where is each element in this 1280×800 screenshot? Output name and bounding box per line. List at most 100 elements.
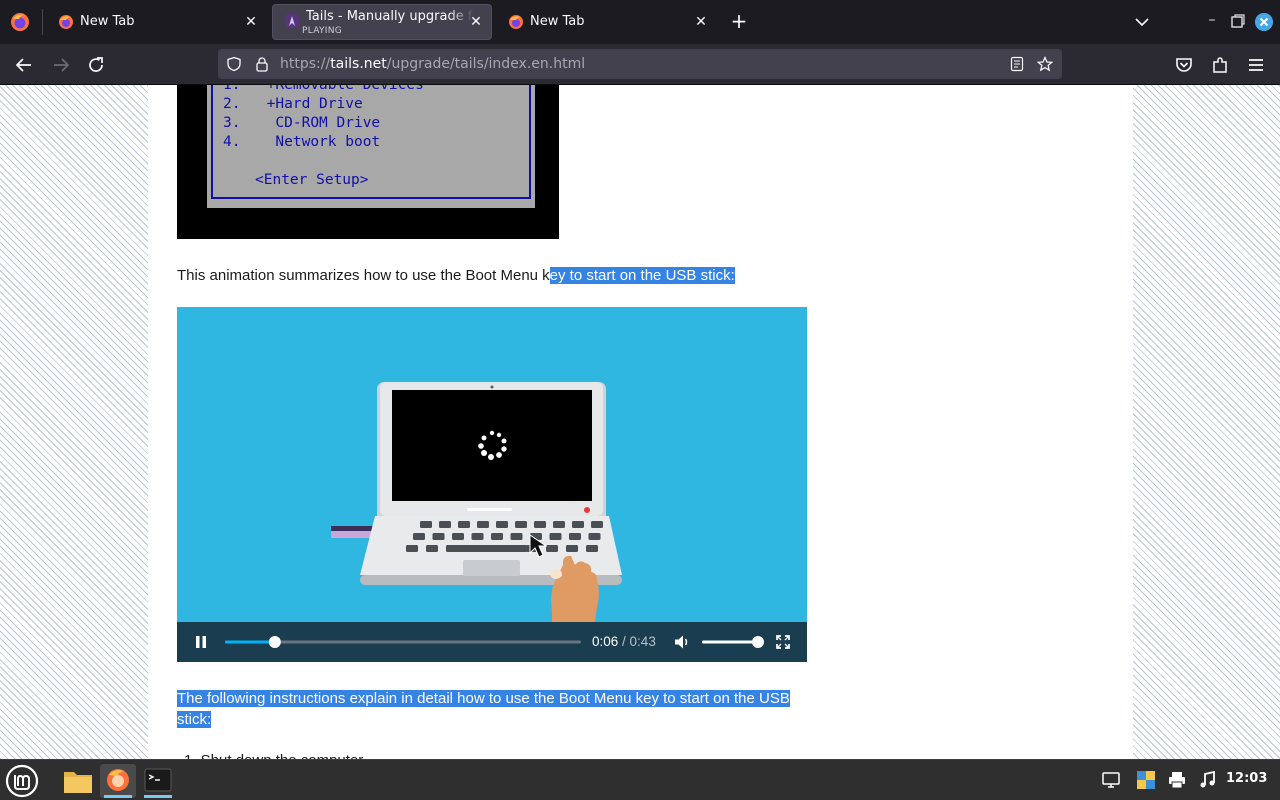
files-launcher[interactable] [60, 764, 96, 798]
volume-icon[interactable] [673, 633, 691, 651]
keyboard-key [491, 533, 503, 540]
keyboard-key [591, 521, 603, 528]
tab-separator [42, 9, 43, 35]
boot-menu-screenshot: 1. +Removable Devices 2. +Hard Drive 3. … [177, 85, 559, 239]
current-time: 0:06 [592, 634, 619, 649]
boot-item-number: 1. [223, 85, 241, 93]
intro-text: This animation summarizes how to use the… [177, 267, 550, 284]
navigation-toolbar: https://tails.net/upgrade/tails/index.en… [0, 44, 1280, 85]
extensions-puzzle-icon[interactable] [1209, 54, 1231, 76]
close-tab-icon[interactable]: ✕ [467, 13, 485, 31]
keyboard-key [569, 533, 581, 540]
back-arrow-icon[interactable] [13, 54, 35, 76]
forward-arrow-icon[interactable] [50, 54, 72, 76]
boot-item-label: CD-ROM Drive [266, 115, 381, 131]
main-content: 1. +Removable Devices 2. +Hard Drive 3. … [148, 85, 1133, 759]
close-tab-icon[interactable]: ✕ [242, 13, 260, 31]
firefox-icon [59, 15, 73, 29]
keyboard-key [406, 545, 418, 552]
terminal-launcher[interactable] [140, 764, 176, 798]
display-icon[interactable] [1101, 770, 1121, 790]
keyboard-key [572, 521, 584, 528]
pause-icon[interactable] [193, 634, 209, 650]
keyboard-key [426, 545, 438, 552]
url-scheme: https:// [280, 56, 331, 72]
tab-new-tab-1[interactable]: New Tab ✕ [46, 4, 268, 40]
boot-item-number: 2. [223, 96, 241, 112]
firefox-icon [509, 15, 523, 29]
web-page-viewport[interactable]: 1. +Removable Devices 2. +Hard Drive 3. … [0, 85, 1280, 759]
keyboard-key [420, 521, 432, 528]
boot-item-label: +Removable Devices [266, 85, 424, 93]
keyboard-key [496, 521, 508, 528]
video-duration: 0:43 [629, 634, 656, 649]
keyboard-key [471, 533, 484, 540]
video-time-display: 0:06 / 0:43 [592, 634, 656, 649]
volume-slider[interactable] [700, 634, 764, 650]
laptop-illustration [331, 382, 622, 622]
bookmark-star-icon[interactable] [1037, 56, 1053, 72]
hamburger-menu-icon[interactable] [1245, 54, 1267, 76]
active-window-indicator [144, 795, 172, 798]
instructions-intro-paragraph: The following instructions explain in de… [177, 688, 817, 730]
url-text[interactable]: https://tails.net/upgrade/tails/index.en… [280, 56, 585, 72]
tab-title: New Tab [530, 14, 585, 29]
keyboard-key [477, 521, 489, 528]
keyboard-key [413, 533, 425, 540]
instruction-step-1: 1. Shut down the computer. [184, 750, 367, 759]
keyboard-key [586, 545, 598, 552]
firefox-taskbar-button[interactable] [100, 764, 136, 798]
animation-intro-paragraph: This animation summarizes how to use the… [177, 265, 735, 286]
reload-icon[interactable] [85, 54, 107, 76]
keyboard-key [534, 521, 546, 528]
keyboard-key [553, 521, 565, 528]
video-controls: 0:06 / 0:43 [177, 622, 807, 662]
close-tab-icon[interactable]: ✕ [692, 13, 710, 31]
tab-new-tab-2[interactable]: New Tab ✕ [496, 4, 718, 40]
keyboard-key [546, 545, 558, 552]
keyboard-key [549, 533, 562, 540]
keyboard-spacebar [455, 545, 527, 552]
keyboard-key [452, 533, 464, 540]
video-progress-slider[interactable] [223, 634, 587, 650]
printer-icon[interactable] [1167, 770, 1187, 790]
firefox-icon [107, 769, 129, 791]
keyboard-key [439, 521, 451, 528]
address-bar[interactable]: https://tails.net/upgrade/tails/index.en… [218, 49, 1062, 79]
selected-text: ey to start on the USB stick: [549, 267, 735, 284]
maximize-window-icon[interactable] [1229, 14, 1245, 30]
boot-menu-panel: 1. +Removable Devices 2. +Hard Drive 3. … [207, 85, 535, 208]
boot-item-number: 4. [223, 134, 241, 150]
reader-view-icon[interactable] [1009, 56, 1025, 72]
tab-bar: New Tab ✕ Tails - Manually upgrade from … [0, 0, 1280, 44]
mint-menu-icon[interactable] [4, 763, 40, 799]
boot-menu-enter-setup: <Enter Setup> [255, 172, 369, 188]
active-window-indicator [104, 795, 132, 798]
padlock-icon[interactable] [254, 56, 270, 72]
tracking-protection-shield-icon[interactable] [226, 56, 242, 72]
clock[interactable]: 12:03 [1226, 771, 1267, 786]
close-window-icon[interactable] [1255, 13, 1273, 31]
pocket-icon[interactable] [1173, 54, 1195, 76]
sound-music-icon[interactable] [1198, 770, 1218, 790]
tab-playing-label: PLAYING [302, 26, 343, 36]
firefox-view-icon[interactable] [8, 10, 32, 34]
update-manager-icon[interactable] [1136, 770, 1156, 790]
tab-tails-upgrade[interactable]: Tails - Manually upgrade from PLAYING ✕ [272, 4, 492, 40]
url-path: /upgrade/tails/index.en.html [386, 56, 586, 72]
selected-text: The following instructions explain in de… [177, 690, 790, 707]
boot-menu-animation-video[interactable]: 0:06 / 0:43 [177, 307, 807, 662]
boot-item-number: 3. [223, 115, 241, 131]
new-tab-button[interactable]: + [728, 11, 750, 33]
fullscreen-icon[interactable] [775, 634, 791, 650]
boot-menu-item: 4. Network boot [223, 134, 380, 150]
tab-title: Tails - Manually upgrade from [306, 9, 474, 24]
taskbar: 12:03 [0, 759, 1280, 800]
folder-icon [64, 772, 92, 793]
minimize-window-icon[interactable]: – [1203, 12, 1221, 32]
boot-menu-item: 1. +Removable Devices [223, 85, 424, 93]
selected-text: stick: [177, 711, 212, 728]
boot-item-label: Network boot [266, 134, 381, 150]
keyboard-key [515, 521, 527, 528]
list-all-tabs-icon[interactable] [1132, 12, 1152, 32]
